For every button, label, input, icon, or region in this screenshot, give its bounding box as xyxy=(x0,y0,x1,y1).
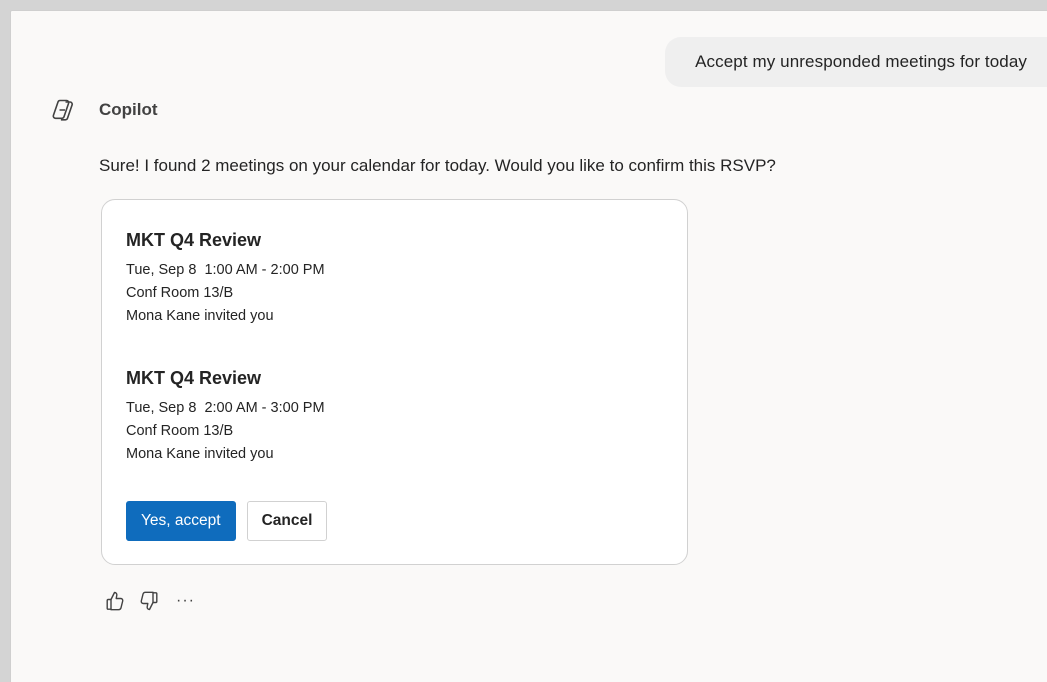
meeting-organizer: Mona Kane invited you xyxy=(126,446,274,462)
copilot-logo-icon xyxy=(51,97,77,123)
thumbs-down-icon[interactable] xyxy=(138,589,160,613)
meeting-location: Conf Room 13/B xyxy=(126,423,234,439)
meeting-location: Conf Room 13/B xyxy=(126,285,234,301)
feedback-bar: ··· xyxy=(104,589,195,613)
user-message-bubble: Accept my unresponded meetings for today xyxy=(665,37,1047,87)
assistant-name: Copilot xyxy=(99,100,158,119)
meeting-title: MKT Q4 Review xyxy=(126,230,262,250)
chat-window: Accept my unresponded meetings for today… xyxy=(10,10,1047,682)
more-options-icon[interactable]: ··· xyxy=(176,592,195,610)
meeting-time: Tue, Sep 8 2:00 AM - 3:00 PM xyxy=(126,400,325,416)
meeting-item: MKT Q4 Review Tue, Sep 8 1:00 AM - 2:00 … xyxy=(126,230,325,328)
rsvp-card: MKT Q4 Review Tue, Sep 8 1:00 AM - 2:00 … xyxy=(101,199,688,565)
assistant-message: Sure! I found 2 meetings on your calenda… xyxy=(99,156,776,175)
assistant-header: Copilot xyxy=(51,95,158,125)
cancel-button[interactable]: Cancel xyxy=(246,501,328,541)
meeting-item: MKT Q4 Review Tue, Sep 8 2:00 AM - 3:00 … xyxy=(126,368,325,466)
thumbs-up-icon[interactable] xyxy=(104,589,126,613)
meeting-time: Tue, Sep 8 1:00 AM - 2:00 PM xyxy=(126,262,325,278)
meeting-title: MKT Q4 Review xyxy=(126,368,262,388)
meeting-organizer: Mona Kane invited you xyxy=(126,308,274,324)
rsvp-actions: Yes, accept Cancel xyxy=(126,501,328,541)
user-message-text: Accept my unresponded meetings for today xyxy=(695,52,1027,71)
accept-button[interactable]: Yes, accept xyxy=(126,501,236,541)
